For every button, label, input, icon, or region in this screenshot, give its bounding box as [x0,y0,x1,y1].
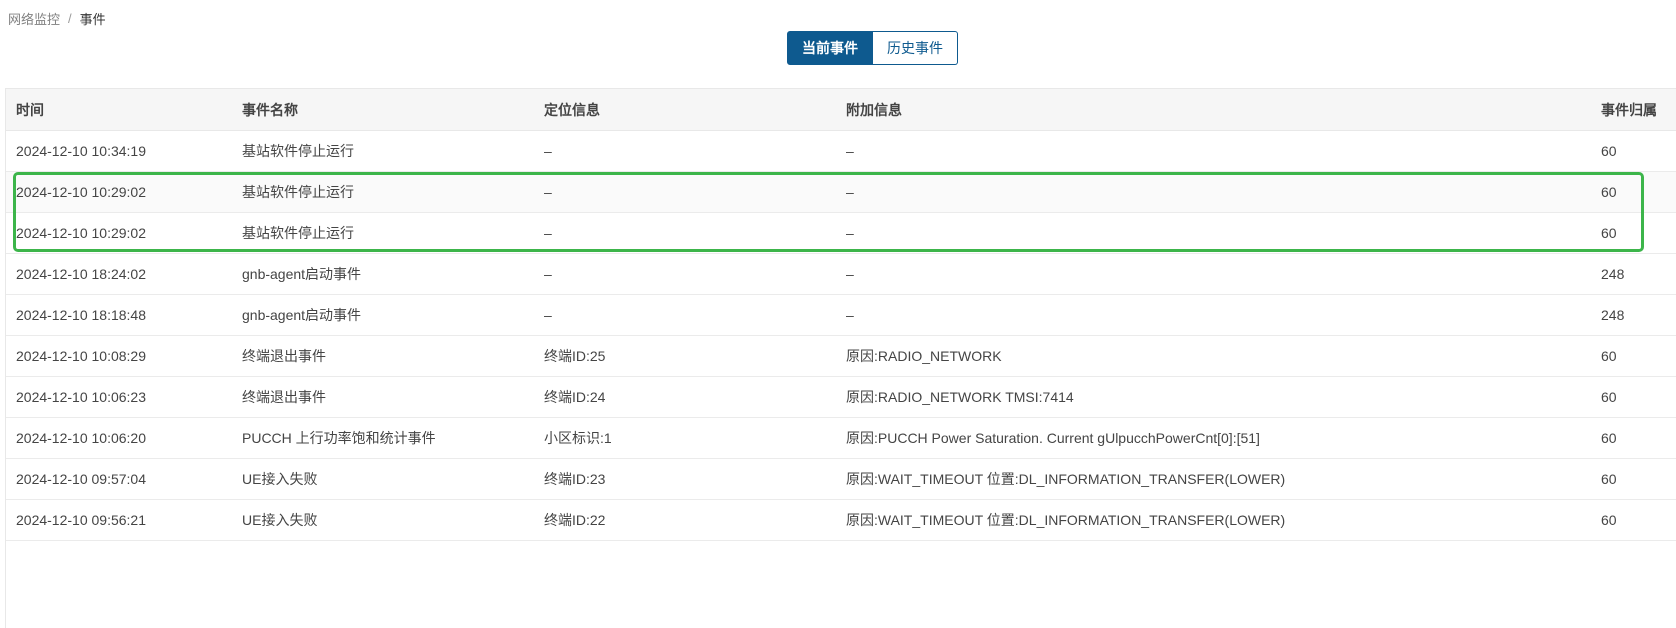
column-header-event-owner[interactable]: 事件归属 [1591,89,1676,131]
cell-event-owner: 60 [1591,171,1676,213]
table-row[interactable]: 2024-12-10 10:08:29 终端退出事件 终端ID:25 原因:RADIO… [6,335,1676,377]
cell-location: – [534,253,836,295]
cell-additional-info: – [836,212,1591,254]
cell-additional-info: – [836,130,1591,172]
cell-event-name: 终端退出事件 [232,335,534,377]
cell-time: 2024-12-10 18:18:48 [6,294,232,336]
cell-time: 2024-12-10 09:57:04 [6,458,232,500]
table-row[interactable]: 2024-12-10 10:29:02 基站软件停止运行 – –60 [6,212,1676,254]
cell-event-name: 基站软件停止运行 [232,171,534,213]
cell-time: 2024-12-10 10:06:20 [6,417,232,459]
cell-event-owner: 60 [1591,130,1676,172]
tab-current-events[interactable]: 当前事件 [787,31,873,65]
cell-location: 终端ID:24 [534,376,836,418]
event-tabs: 当前事件 历史事件 [787,31,958,65]
cell-event-name: 终端退出事件 [232,376,534,418]
table-row[interactable]: 2024-12-10 10:29:02 基站软件停止运行 – –60 [6,171,1676,213]
table-row[interactable]: 2024-12-10 09:57:04 UE接入失败 终端ID:23 原因:WAIT_… [6,458,1676,500]
cell-location: 终端ID:22 [534,499,836,541]
tab-history-events[interactable]: 历史事件 [873,31,958,65]
table-row[interactable]: 2024-12-10 10:34:19 基站软件停止运行 – –60 [6,130,1676,172]
cell-location: 终端ID:25 [534,335,836,377]
cell-time: 2024-12-10 10:06:23 [6,376,232,418]
table-row[interactable]: 2024-12-10 10:06:20 PUCCH 上行功率饱和统计事件 小区标识:… [6,417,1676,459]
cell-event-owner: 60 [1591,376,1676,418]
cell-event-owner: 60 [1591,499,1676,541]
table-row[interactable]: 2024-12-10 18:18:48 gnb-agent启动事件 – –248 [6,294,1676,336]
events-table: 时间 事件名称 定位信息 附加信息 事件归属 2024-12-10 10:34:… [6,89,1676,541]
table-header-row: 时间 事件名称 定位信息 附加信息 事件归属 [6,89,1676,131]
table-row[interactable]: 2024-12-10 18:24:02 gnb-agent启动事件 – –248 [6,253,1676,295]
cell-additional-info: 原因:RADIO_NETWORK TMSI:7414 [836,376,1591,418]
column-header-event-name[interactable]: 事件名称 [232,89,534,131]
table-row[interactable]: 2024-12-10 10:06:23 终端退出事件 终端ID:24 原因:RADIO… [6,376,1676,418]
cell-time: 2024-12-10 10:29:02 [6,171,232,213]
cell-event-name: UE接入失败 [232,458,534,500]
cell-event-owner: 60 [1591,458,1676,500]
breadcrumb-parent-link[interactable]: 网络监控 [8,9,60,28]
cell-location: 终端ID:23 [534,458,836,500]
cell-event-name: gnb-agent启动事件 [232,253,534,295]
cell-event-owner: 60 [1591,212,1676,254]
cell-additional-info: 原因:WAIT_TIMEOUT 位置:DL_INFORMATION_TRANSF… [836,499,1591,541]
column-header-additional-info[interactable]: 附加信息 [836,89,1591,131]
cell-event-name: gnb-agent启动事件 [232,294,534,336]
cell-time: 2024-12-10 10:08:29 [6,335,232,377]
cell-additional-info: 原因:RADIO_NETWORK [836,335,1591,377]
cell-event-owner: 60 [1591,335,1676,377]
cell-event-owner: 248 [1591,253,1676,295]
cell-location: – [534,171,836,213]
cell-location: – [534,294,836,336]
breadcrumb: 网络监控 / 事件 [8,9,106,28]
events-table-container[interactable]: 时间 事件名称 定位信息 附加信息 事件归属 2024-12-10 10:34:… [5,88,1676,628]
cell-additional-info: – [836,294,1591,336]
table-body: 2024-12-10 10:34:19 基站软件停止运行 – –60 2024-12-1… [6,130,1676,541]
cell-additional-info: – [836,171,1591,213]
column-header-location[interactable]: 定位信息 [534,89,836,131]
breadcrumb-separator: / [68,11,72,26]
cell-event-owner: 248 [1591,294,1676,336]
cell-time: 2024-12-10 10:34:19 [6,130,232,172]
table-header: 时间 事件名称 定位信息 附加信息 事件归属 [6,89,1676,131]
cell-event-name: 基站软件停止运行 [232,212,534,254]
cell-time: 2024-12-10 18:24:02 [6,253,232,295]
cell-additional-info: 原因:PUCCH Power Saturation. Current gUlpu… [836,417,1591,459]
cell-location: – [534,130,836,172]
cell-location: 小区标识:1 [534,417,836,459]
cell-event-name: UE接入失败 [232,499,534,541]
cell-additional-info: 原因:WAIT_TIMEOUT 位置:DL_INFORMATION_TRANSF… [836,458,1591,500]
cell-event-name: PUCCH 上行功率饱和统计事件 [232,417,534,459]
cell-event-owner: 60 [1591,417,1676,459]
cell-additional-info: – [836,253,1591,295]
cell-event-name: 基站软件停止运行 [232,130,534,172]
cell-time: 2024-12-10 09:56:21 [6,499,232,541]
column-header-time[interactable]: 时间 [6,89,232,131]
cell-time: 2024-12-10 10:29:02 [6,212,232,254]
breadcrumb-current: 事件 [79,12,106,27]
cell-location: – [534,212,836,254]
table-row[interactable]: 2024-12-10 09:56:21 UE接入失败 终端ID:22 原因:WAIT_… [6,499,1676,541]
